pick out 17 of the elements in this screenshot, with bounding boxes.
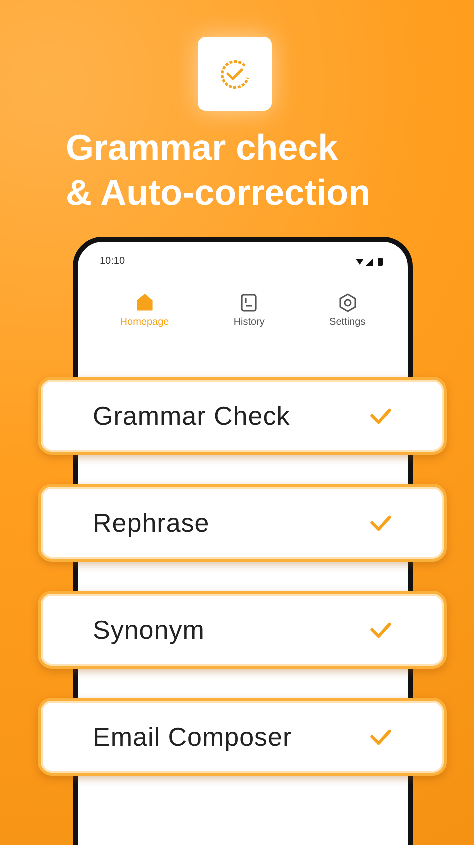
nav-tab[interactable]: Settings bbox=[324, 293, 372, 328]
feature-card[interactable]: Grammar Check bbox=[38, 377, 447, 455]
feature-card[interactable]: Email Composer bbox=[38, 698, 447, 776]
feature-title: Email Composer bbox=[93, 722, 292, 752]
feature-title: Synonym bbox=[93, 614, 205, 646]
headline: Grammar check bbox=[66, 126, 338, 170]
home-icon bbox=[134, 293, 155, 313]
feature-title: Rephrase bbox=[93, 508, 210, 538]
status-icons bbox=[356, 256, 386, 266]
headline: & Auto-correction bbox=[66, 171, 371, 215]
status-time: 10:10 bbox=[100, 256, 126, 267]
feature-card[interactable]: Synonym bbox=[38, 591, 447, 669]
history-icon bbox=[239, 293, 260, 313]
feature-title: Grammar Check bbox=[93, 400, 290, 432]
nav-tab[interactable]: History bbox=[228, 293, 271, 328]
feature-card[interactable]: Rephrase bbox=[38, 484, 447, 562]
settings-icon bbox=[338, 293, 358, 313]
